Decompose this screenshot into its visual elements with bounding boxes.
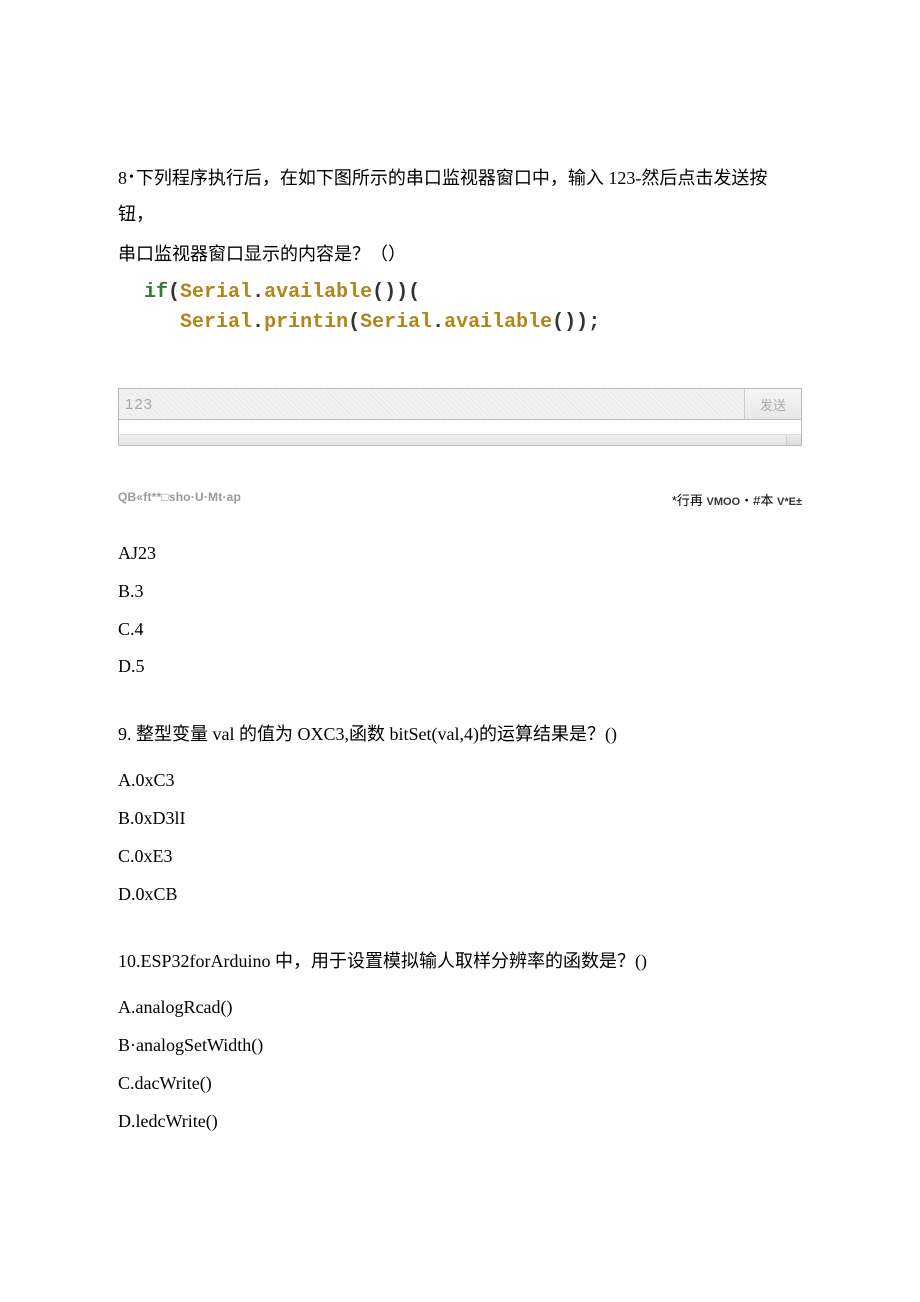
code-serial2: Serial: [180, 311, 252, 334]
q10-option-c: C.dacWrite(): [118, 1065, 802, 1103]
q8-foot-right-b: V*E±: [777, 496, 802, 508]
q8-foot-right: *行再 VMOO・#本 V*E±: [672, 490, 802, 509]
q9-option-c: C.0xE3: [118, 838, 802, 876]
serial-input-field[interactable]: 123: [119, 389, 745, 419]
q8-line1: 8•下列程序执行后，在如下图所示的串口监视器窗口中，输入 123-然后点击发送按…: [118, 160, 802, 232]
code-open: (: [168, 281, 180, 304]
serial-footer: [119, 434, 801, 445]
code-open2: (: [348, 311, 360, 334]
q9-option-a: A.0xC3: [118, 762, 802, 800]
code-close2: ): [576, 311, 588, 334]
serial-monitor: 123 发送: [118, 388, 802, 446]
q8-foot-right-a: VMOO: [707, 496, 741, 508]
serial-scrollbar-stub: [786, 435, 801, 445]
q8-text1: 下列程序执行后，在如下图所示的串口监视器窗口中，输入 123-然后点击发送按钮，: [118, 168, 767, 224]
code-dot: .: [252, 281, 264, 304]
serial-input-value: 123: [125, 396, 153, 413]
code-brace: (: [408, 281, 420, 304]
q8-line2: 串口监视器窗口显示的内容是？（）: [118, 236, 802, 272]
code-println: printin: [264, 311, 348, 334]
q10-option-d: D.ledcWrite(): [118, 1103, 802, 1141]
question-8: 8•下列程序执行后，在如下图所示的串口监视器窗口中，输入 123-然后点击发送按…: [118, 160, 802, 686]
serial-send-label: 发送: [760, 395, 786, 414]
q8-foot-left: QB«ft**□sho·U·Mt·ap: [118, 490, 241, 509]
q8-foot-right-mid: ・#本: [740, 493, 777, 508]
question-9: 9. 整型变量 val 的值为 OXC3,函数 bitSet(val,4)的运算…: [118, 716, 802, 913]
code-dot2: .: [252, 311, 264, 334]
code-indent: [144, 311, 180, 334]
serial-send-button[interactable]: 发送: [745, 389, 801, 419]
code-available: available: [264, 281, 372, 304]
code-close: ): [396, 281, 408, 304]
q8-option-c: C.4: [118, 611, 802, 649]
q8-bullet: •: [127, 170, 136, 185]
q8-foot-right-pre: *行再: [672, 493, 707, 508]
q8-number: 8: [118, 168, 127, 188]
q8-option-a: AJ23: [118, 535, 802, 573]
code-if: if: [144, 281, 168, 304]
code-serial: Serial: [180, 281, 252, 304]
q8-footer-row: QB«ft**□sho·U·Mt·ap *行再 VMOO・#本 V*E±: [118, 490, 802, 509]
q8-option-b: B.3: [118, 573, 802, 611]
code-dot3: .: [432, 311, 444, 334]
code-line-1: .if(Serial.available())(: [132, 278, 802, 308]
code-available2: available: [444, 311, 552, 334]
code-semi: ;: [588, 311, 600, 334]
code-parens: (): [372, 281, 396, 304]
q9-text: 9. 整型变量 val 的值为 OXC3,函数 bitSet(val,4)的运算…: [118, 716, 802, 752]
q10-option-a: A.analogRcad(): [118, 989, 802, 1027]
serial-top-bar: 123 发送: [119, 389, 801, 420]
q9-option-d: D.0xCB: [118, 876, 802, 914]
q9-option-b: B.0xD3lI: [118, 800, 802, 838]
q8-code: .if(Serial.available())( . Serial.printi…: [132, 278, 802, 338]
q10-option-b: B·analogSetWidth(): [118, 1027, 802, 1065]
code-serial3: Serial: [360, 311, 432, 334]
code-line-2: . Serial.printin(Serial.available());: [132, 308, 802, 338]
q10-text: 10.ESP32forArduino 中，用于设置模拟输人取样分辨率的函数是？(…: [118, 943, 802, 979]
code-parens2: (): [552, 311, 576, 334]
document-page: 8•下列程序执行后，在如下图所示的串口监视器窗口中，输入 123-然后点击发送按…: [0, 0, 920, 1231]
question-10: 10.ESP32forArduino 中，用于设置模拟输人取样分辨率的函数是？(…: [118, 943, 802, 1140]
serial-output-area: [119, 420, 801, 434]
q8-option-d: D.5: [118, 648, 802, 686]
